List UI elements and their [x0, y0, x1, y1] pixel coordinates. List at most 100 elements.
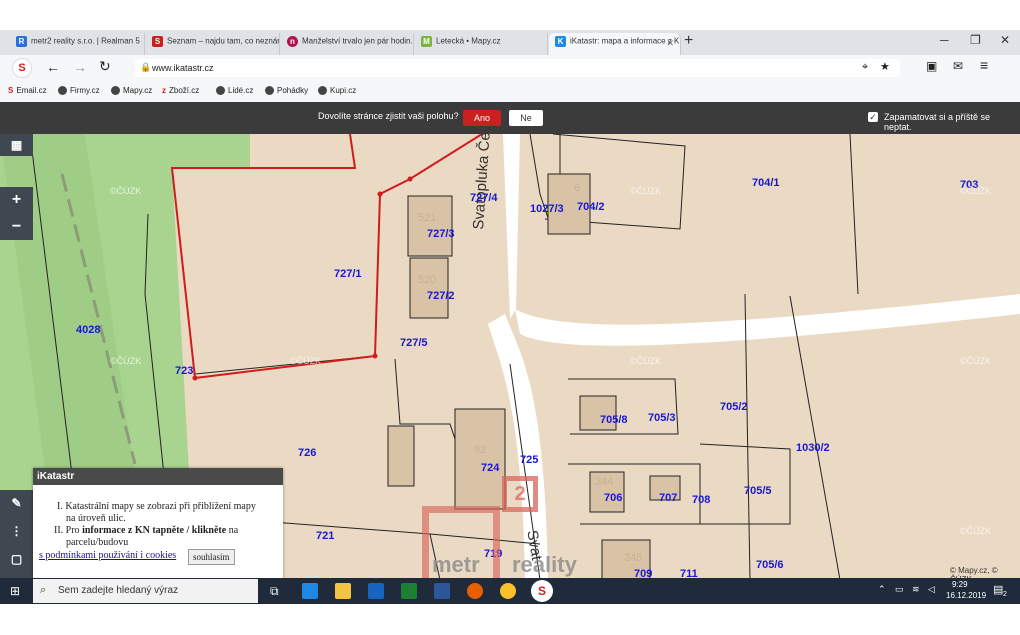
- bookmarks-bar: S Email.cz Firmy.cz Mapy.cz z Zboží.cz Lid…: [0, 82, 1020, 103]
- bookmark-label: Lidé.cz: [228, 86, 254, 95]
- tab-title: Seznam – najdu tam, co neznám: [167, 36, 280, 46]
- minimize-icon[interactable]: ─: [940, 33, 949, 47]
- tab-ikatastr[interactable]: KiKatastr: mapa a informace z KN ✕: [549, 33, 681, 55]
- sidebar-icon[interactable]: ▣: [926, 59, 937, 73]
- volume-icon[interactable]: ◁: [928, 584, 935, 595]
- globe-icon: [111, 86, 120, 96]
- maximize-icon[interactable]: ❐: [970, 33, 981, 47]
- windows-start-icon[interactable]: ⊞: [10, 584, 20, 598]
- measure-icon[interactable]: ⋮: [0, 524, 33, 538]
- word-icon[interactable]: [434, 583, 450, 599]
- zoom-out-button[interactable]: −: [0, 213, 33, 240]
- parcel-label[interactable]: 707: [659, 492, 677, 504]
- menu-icon[interactable]: ≡: [980, 57, 988, 73]
- forward-icon[interactable]: →: [73, 59, 87, 75]
- seznam-logo-icon[interactable]: S: [12, 58, 32, 78]
- parcel-label[interactable]: 705/5: [744, 485, 772, 497]
- parcel-label[interactable]: 723: [175, 365, 193, 377]
- taskbar-search-placeholder: Sem zadejte hledaný výraz: [58, 585, 179, 596]
- excel-icon[interactable]: [401, 583, 417, 599]
- parcel-label[interactable]: 727/3: [427, 228, 455, 240]
- bookmark-email[interactable]: S Email.cz: [8, 86, 47, 95]
- building-number: 521: [418, 212, 437, 224]
- parcel-label[interactable]: 705/6: [756, 559, 784, 571]
- building-number: 92: [474, 444, 487, 456]
- select-area-icon[interactable]: ▢: [0, 552, 33, 566]
- globe-icon: [58, 86, 67, 96]
- outlook-icon[interactable]: [368, 583, 384, 599]
- parcel-label[interactable]: 726: [298, 447, 316, 459]
- star-icon[interactable]: ★: [880, 60, 890, 73]
- parcel-label[interactable]: 1027/3: [530, 203, 564, 215]
- tray-chevron-icon[interactable]: ⌃: [878, 584, 886, 595]
- accept-button[interactable]: souhlasím: [188, 549, 235, 565]
- bookmark-label: Pohádky: [277, 86, 309, 95]
- parcel-label[interactable]: 725: [520, 454, 538, 466]
- task-view-icon[interactable]: ⧉: [270, 584, 279, 599]
- parcel-label[interactable]: 721: [316, 530, 334, 542]
- remember-checkbox[interactable]: ✓: [868, 112, 878, 122]
- allow-button[interactable]: Ano: [463, 110, 501, 126]
- bookmark-pohadky[interactable]: Pohádky: [265, 86, 309, 96]
- firefox-icon[interactable]: [467, 583, 483, 599]
- parcel-label[interactable]: 724: [481, 462, 499, 474]
- bookmark-firmy[interactable]: Firmy.cz: [58, 86, 100, 96]
- reload-icon[interactable]: ↻: [99, 58, 111, 75]
- parcel-label[interactable]: 705/8: [600, 414, 628, 426]
- edge-icon[interactable]: [302, 583, 318, 599]
- seznam-browser-icon[interactable]: S: [531, 580, 553, 602]
- comment-icon[interactable]: ✎: [0, 496, 33, 510]
- bookmark-kupi[interactable]: Kupi.cz: [318, 86, 356, 96]
- metr2-logo-number: 2: [502, 476, 538, 512]
- tab-metr2[interactable]: Rmetr2 reality s.r.o. | Realman 5: [10, 33, 145, 55]
- parcel-label[interactable]: 705/2: [720, 401, 748, 413]
- close-tab-icon[interactable]: ✕: [666, 38, 674, 49]
- zoom-in-button[interactable]: +: [0, 187, 33, 213]
- deny-button[interactable]: Ne: [509, 110, 543, 126]
- metr2-favicon: R: [16, 36, 27, 47]
- tab-title: Manželství trvalo jen pár hodin. S: [302, 36, 414, 46]
- new-tab-icon[interactable]: +: [684, 32, 693, 50]
- map-layers-icon[interactable]: ▦: [0, 134, 33, 156]
- taskbar-date[interactable]: 16.12.2019: [946, 591, 986, 600]
- metr2-logo-text: metr: [432, 552, 480, 577]
- parcel-label[interactable]: 727/4: [470, 192, 498, 204]
- taskbar-search[interactable]: ⌕ Sem zadejte hledaný výraz: [33, 579, 258, 603]
- tab-mapy[interactable]: M Letecká • Mapy.cz: [415, 33, 548, 55]
- tab-seznam[interactable]: S Seznam – najdu tam, co neznám: [146, 33, 280, 55]
- close-window-icon[interactable]: ✕: [1000, 33, 1010, 47]
- parcel-label[interactable]: 704/1: [752, 177, 780, 189]
- info-line-2b: informace z KN tapněte / klikněte: [82, 525, 227, 536]
- terms-link[interactable]: s podmínkami používání i cookies: [39, 550, 176, 561]
- mail-icon[interactable]: ✉: [953, 59, 963, 73]
- seznam-favicon: S: [152, 36, 163, 47]
- chrome-icon[interactable]: [500, 583, 516, 599]
- bookmark-lide[interactable]: Lidé.cz: [216, 86, 254, 96]
- parcel-label[interactable]: 705/3: [648, 412, 676, 424]
- file-explorer-icon[interactable]: [335, 583, 351, 599]
- bookmark-zbozi[interactable]: z Zboží.cz: [162, 86, 199, 95]
- map-watermark: ©ČÚZK: [960, 356, 992, 366]
- lock-icon: 🔒: [140, 62, 152, 72]
- parcel-label[interactable]: 1030/2: [796, 442, 830, 454]
- notification-icon[interactable]: ▤: [993, 583, 1003, 596]
- back-icon[interactable]: ←: [46, 59, 60, 75]
- parcel-label[interactable]: 706: [604, 492, 622, 504]
- battery-icon[interactable]: ▭: [895, 584, 904, 595]
- wifi-icon[interactable]: ≋: [912, 584, 920, 595]
- map-watermark: ©ČÚZK: [110, 186, 142, 196]
- info-panel-title: iKatastr: [33, 468, 283, 485]
- tab-novinky[interactable]: n Manželství trvalo jen pár hodin. S: [281, 33, 414, 55]
- taskbar-time[interactable]: 9:29: [952, 580, 968, 589]
- bookmark-mapy[interactable]: Mapy.cz: [111, 86, 152, 96]
- parcel-label[interactable]: 727/2: [427, 290, 455, 302]
- parcel-label[interactable]: 727/5: [400, 337, 428, 349]
- search-icon: ⌕: [40, 584, 47, 596]
- address-bar[interactable]: 🔒 www.ikatastr.cz ⌖ ★: [135, 59, 900, 77]
- bookmark-label: Email.cz: [16, 86, 47, 95]
- parcel-label[interactable]: 708: [692, 494, 710, 506]
- location-icon[interactable]: ⌖: [862, 61, 868, 74]
- parcel-label[interactable]: 4028: [76, 324, 100, 336]
- parcel-label[interactable]: 704/2: [577, 201, 605, 213]
- parcel-label[interactable]: 727/1: [334, 268, 362, 280]
